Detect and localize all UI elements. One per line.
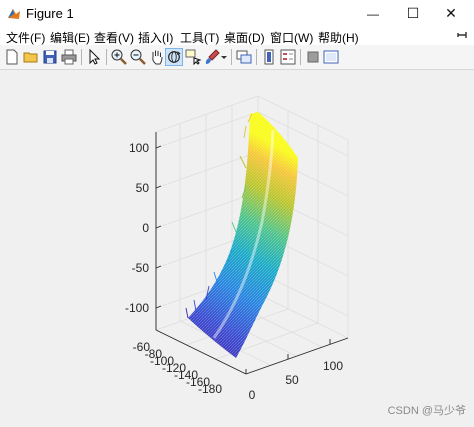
menu-tools[interactable]: 工具(T) <box>180 29 219 46</box>
figure-canvas[interactable]: 100 50 0 -50 -100 -60 -80 -100 -120 -140… <box>0 70 474 424</box>
window-title: Figure 1 <box>26 6 74 21</box>
rotate-3d-icon[interactable] <box>165 48 183 66</box>
hide-plot-tools-icon[interactable] <box>304 48 322 66</box>
z-tick-label: 0 <box>142 221 149 235</box>
menu-view[interactable]: 查看(V) <box>94 29 134 46</box>
brush-dropdown-icon[interactable] <box>220 48 228 66</box>
select-arrow-icon[interactable] <box>85 48 103 66</box>
z-ticks <box>155 145 162 309</box>
menu-window[interactable]: 窗口(W) <box>270 29 313 46</box>
open-file-icon[interactable] <box>22 48 40 66</box>
z-tick-label: -50 <box>132 261 150 275</box>
x-tick-label: 0 <box>249 388 256 402</box>
colorbar-icon[interactable] <box>260 48 278 66</box>
menu-edit[interactable]: 编辑(E) <box>50 29 90 46</box>
pan-hand-icon[interactable] <box>148 48 166 66</box>
x-tick-label: 50 <box>285 373 299 387</box>
axes-3d[interactable]: 100 50 0 -50 -100 -60 -80 -100 -120 -140… <box>0 70 474 424</box>
surface-plot <box>185 112 298 358</box>
brush-icon[interactable] <box>203 48 221 66</box>
title-bar: Figure 1 — ☐ ✕ <box>0 0 474 27</box>
matlab-app-icon <box>8 9 20 19</box>
print-icon[interactable] <box>60 48 78 66</box>
save-icon[interactable] <box>41 48 59 66</box>
menu-file[interactable]: 文件(F) <box>6 29 45 46</box>
menu-insert[interactable]: 插入(I) <box>138 29 173 46</box>
minimize-icon: — <box>367 6 379 21</box>
menu-desktop[interactable]: 桌面(D) <box>224 29 265 46</box>
data-cursor-icon[interactable] <box>184 48 202 66</box>
dock-pin-icon[interactable] <box>456 29 468 41</box>
close-icon: ✕ <box>445 5 457 21</box>
zoom-out-icon[interactable] <box>129 48 147 66</box>
watermark: CSDN @马少爷 <box>387 405 466 417</box>
z-tick-label: -100 <box>125 301 149 315</box>
zoom-in-icon[interactable] <box>110 48 128 66</box>
z-tick-label: 100 <box>129 141 149 155</box>
link-plot-icon[interactable] <box>235 48 253 66</box>
legend-icon[interactable] <box>279 48 297 66</box>
new-figure-icon[interactable] <box>3 48 21 66</box>
figure-toolbar <box>0 45 474 70</box>
z-tick-label: 50 <box>136 181 150 195</box>
menu-bar: 文件(F) 编辑(E) 查看(V) 插入(I) 工具(T) 桌面(D) 窗口(W… <box>0 27 474 45</box>
show-plot-tools-icon[interactable] <box>322 48 340 66</box>
menu-help[interactable]: 帮助(H) <box>318 29 359 46</box>
x-tick-label: 100 <box>323 359 343 373</box>
y-tick-label: -180 <box>198 382 222 396</box>
close-button[interactable]: ✕ <box>428 0 474 27</box>
maximize-icon: ☐ <box>406 5 420 21</box>
